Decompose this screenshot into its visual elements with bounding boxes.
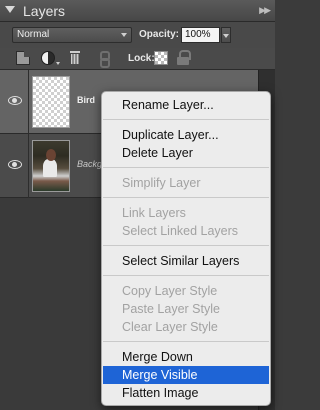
layer-thumbnail — [32, 76, 70, 128]
link-icon[interactable] — [97, 51, 111, 68]
opacity-dropdown-button[interactable] — [221, 27, 231, 43]
new-layer-icon[interactable] — [16, 51, 30, 65]
layer-context-menu: Rename Layer... Duplicate Layer... Delet… — [101, 91, 271, 406]
blend-mode-select[interactable]: Normal — [12, 27, 132, 43]
menu-item-rename-layer[interactable]: Rename Layer... — [103, 96, 269, 114]
eye-icon — [8, 96, 22, 105]
menu-item-flatten-image[interactable]: Flatten Image — [103, 384, 269, 402]
menu-separator — [103, 275, 269, 276]
chevron-down-icon — [121, 33, 127, 37]
menu-separator — [103, 119, 269, 120]
menu-item-clear-layer-style[interactable]: Clear Layer Style — [103, 318, 269, 336]
visibility-toggle[interactable] — [0, 70, 29, 134]
panel-title: Layers — [23, 3, 66, 19]
collapse-triangle-icon[interactable] — [5, 6, 15, 13]
menu-item-select-similar-layers[interactable]: Select Similar Layers — [103, 252, 269, 270]
menu-item-merge-visible[interactable]: Merge Visible — [103, 366, 269, 384]
lock-label: Lock: — [128, 53, 155, 64]
menu-item-copy-layer-style[interactable]: Copy Layer Style — [103, 282, 269, 300]
lock-transparency-icon[interactable] — [154, 51, 168, 65]
menu-item-select-linked-layers[interactable]: Select Linked Layers — [103, 222, 269, 240]
opacity-label: Opacity: — [139, 29, 180, 40]
menu-item-paste-layer-style[interactable]: Paste Layer Style — [103, 300, 269, 318]
adjustment-layer-icon[interactable] — [41, 51, 55, 65]
blend-mode-value: Normal — [17, 29, 50, 40]
panel-header: Layers ▶▶ — [0, 0, 275, 22]
trash-icon[interactable] — [68, 51, 82, 65]
chevron-down-icon — [56, 62, 60, 65]
menu-item-merge-down[interactable]: Merge Down — [103, 348, 269, 366]
visibility-toggle[interactable] — [0, 134, 29, 198]
layer-thumbnail — [32, 140, 70, 192]
layer-name: Bird — [77, 95, 95, 105]
opacity-input[interactable]: 100% — [181, 27, 220, 43]
eye-icon — [8, 160, 22, 169]
lock-icon[interactable] — [176, 50, 191, 65]
menu-item-simplify-layer[interactable]: Simplify Layer — [103, 174, 269, 192]
menu-item-duplicate-layer[interactable]: Duplicate Layer... — [103, 126, 269, 144]
menu-separator — [103, 197, 269, 198]
menu-separator — [103, 341, 269, 342]
menu-separator — [103, 167, 269, 168]
menu-item-link-layers[interactable]: Link Layers — [103, 204, 269, 222]
panel-menu-icon[interactable]: ▶▶ — [259, 5, 271, 16]
menu-item-delete-layer[interactable]: Delete Layer — [103, 144, 269, 162]
menu-separator — [103, 245, 269, 246]
